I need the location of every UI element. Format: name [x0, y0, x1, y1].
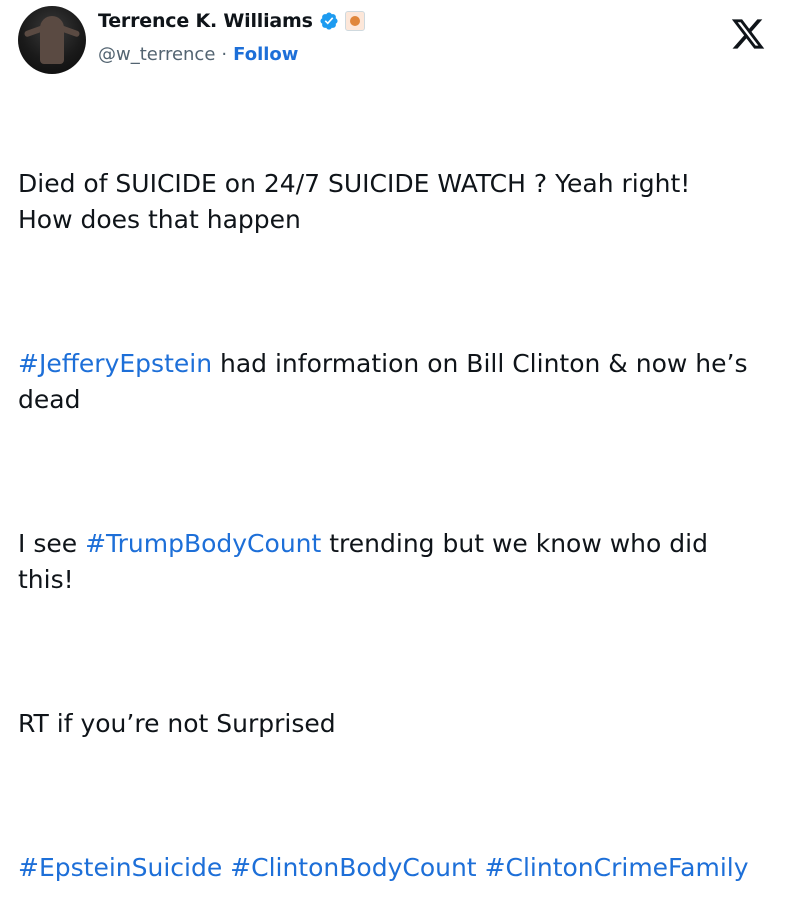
tweet-paragraph-3: I see #TrumpBodyCount trending but we kn… [18, 526, 788, 598]
tweet-paragraph-2: #JefferyEpstein had information on Bill … [18, 346, 788, 418]
avatar[interactable] [18, 6, 86, 74]
author-name[interactable]: Terrence K. Williams [98, 10, 313, 32]
separator-dot: · [221, 44, 228, 65]
handle-row: @w_terrence · Follow [98, 44, 298, 65]
author-name-row: Terrence K. Williams [98, 10, 365, 32]
x-logo-icon[interactable] [730, 16, 766, 52]
hashtag-jeffery-epstein[interactable]: #JefferyEpstein [18, 349, 212, 378]
affiliate-badge-icon[interactable] [344, 11, 365, 31]
tweet-hashtags: #EpsteinSuicide #ClintonBodyCount #Clint… [18, 850, 788, 886]
tweet-header: Terrence K. Williams @w_terrence · Follo… [18, 6, 778, 78]
hashtag-clinton-crime-family[interactable]: #ClintonCrimeFamily [485, 853, 749, 882]
verified-badge-icon [320, 12, 338, 30]
paragraph-3-prefix: I see [18, 529, 86, 558]
follow-button[interactable]: Follow [233, 44, 298, 65]
hashtag-trump-body-count[interactable]: #TrumpBodyCount [85, 529, 321, 558]
tweet-text: Died of SUICIDE on 24/7 SUICIDE WATCH ? … [18, 94, 788, 922]
tweet-paragraph-4: RT if you’re not Surprised [18, 709, 336, 738]
hashtag-epstein-suicide[interactable]: #EpsteinSuicide [18, 853, 222, 882]
tweet-paragraph-1: Died of SUICIDE on 24/7 SUICIDE WATCH ? … [18, 169, 691, 234]
author-handle[interactable]: @w_terrence [98, 44, 215, 65]
hashtag-clinton-body-count[interactable]: #ClintonBodyCount [230, 853, 476, 882]
